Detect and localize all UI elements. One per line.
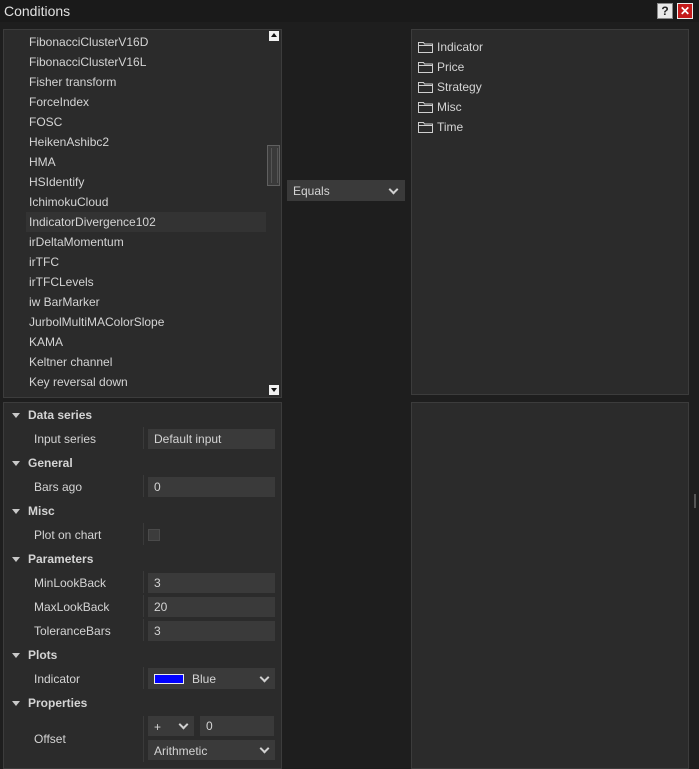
tolerance-bars-field[interactable]: 3 [148, 621, 275, 641]
offset-value-field[interactable]: 0 [200, 716, 274, 736]
tolerance-bars-label: ToleranceBars [34, 624, 111, 638]
caret-down-icon [12, 461, 20, 466]
max-lookback-field[interactable]: 20 [148, 597, 275, 617]
category-label: Misc [28, 504, 55, 518]
list-item[interactable]: HMA [29, 152, 56, 172]
indicator-color-select[interactable]: Blue [148, 668, 275, 689]
tree-item-label: Misc [437, 100, 462, 114]
category-general[interactable]: General [4, 451, 281, 475]
plot-on-chart-checkbox[interactable] [148, 529, 160, 541]
property-grid: Data series Input series Default input G… [3, 402, 282, 769]
category-plots[interactable]: Plots [4, 643, 281, 667]
scroll-down-arrow-icon[interactable] [269, 385, 279, 395]
list-item[interactable]: Fisher transform [29, 72, 116, 92]
offset-type-select[interactable]: Arithmetic [148, 740, 275, 760]
color-swatch [154, 674, 184, 684]
offset-label: Offset [34, 732, 66, 746]
list-scrollbar[interactable] [266, 30, 281, 397]
list-item[interactable]: FibonacciClusterV16D [29, 32, 148, 52]
chevron-down-icon [178, 719, 189, 730]
category-label: General [28, 456, 73, 470]
list-item[interactable]: irDeltaMomentum [29, 232, 124, 252]
folder-icon [418, 81, 433, 93]
input-series-label: Input series [34, 432, 97, 446]
folder-icon [418, 41, 433, 53]
list-item[interactable]: iw BarMarker [29, 292, 100, 312]
category-properties[interactable]: Properties [4, 691, 281, 715]
tree-item-label: Time [437, 120, 464, 134]
list-item[interactable]: irTFCLevels [29, 272, 94, 292]
list-item[interactable]: ForceIndex [29, 92, 89, 112]
column-divider [143, 619, 144, 641]
column-divider [143, 427, 144, 449]
category-tree: Indicator Price Strategy Misc Time [411, 29, 689, 395]
category-misc[interactable]: Misc [4, 499, 281, 523]
help-button[interactable]: ? [657, 3, 673, 19]
category-parameters[interactable]: Parameters [4, 547, 281, 571]
column-divider [143, 523, 144, 545]
folder-icon [418, 121, 433, 133]
window-title: Conditions [4, 3, 71, 19]
indicator-list[interactable]: FibonacciClusterV16D FibonacciClusterV16… [3, 29, 282, 398]
list-item[interactable]: JurbolMultiMAColorSlope [29, 312, 164, 332]
tree-item-label: Price [437, 60, 465, 74]
column-divider [143, 475, 144, 497]
list-item[interactable]: HeikenAshibc2 [29, 132, 109, 152]
indicator-plot-label: Indicator [34, 672, 81, 686]
list-item[interactable]: IchimokuCloud [29, 192, 108, 212]
operator-value: Equals [293, 184, 330, 198]
list-item[interactable]: FOSC [29, 112, 62, 132]
caret-down-icon [12, 557, 20, 562]
min-lookback-label: MinLookBack [34, 576, 107, 590]
chevron-down-icon [259, 743, 270, 754]
category-label: Plots [28, 648, 58, 662]
column-divider [143, 595, 144, 617]
category-data-series[interactable]: Data series [4, 403, 281, 427]
column-divider [143, 667, 144, 689]
caret-down-icon [12, 509, 20, 514]
list-item[interactable]: FibonacciClusterV16L [29, 52, 146, 72]
column-divider [143, 571, 144, 593]
list-item[interactable]: Key reversal down [29, 372, 128, 392]
tree-item-label: Indicator [437, 40, 484, 54]
category-label: Parameters [28, 552, 94, 566]
plot-on-chart-label: Plot on chart [34, 528, 102, 542]
close-button[interactable]: ✕ [677, 3, 693, 19]
list-item[interactable]: KAMA [29, 332, 63, 352]
tree-item-label: Strategy [437, 80, 482, 94]
chevron-down-icon [259, 672, 270, 683]
window-edge-mark [694, 494, 696, 508]
caret-down-icon [12, 653, 20, 658]
folder-icon [418, 61, 433, 73]
column-divider [143, 716, 144, 762]
list-item[interactable]: irTFC [29, 252, 59, 272]
list-item[interactable]: HSIdentify [29, 172, 84, 192]
indicator-color-value: Blue [192, 672, 217, 686]
offset-sign-select[interactable]: + [148, 716, 194, 736]
input-series-field[interactable]: Default input [148, 429, 275, 449]
offset-type-value: Arithmetic [154, 744, 208, 758]
offset-sign-value: + [154, 720, 162, 734]
bars-ago-label: Bars ago [34, 480, 83, 494]
min-lookback-field[interactable]: 3 [148, 573, 275, 593]
caret-down-icon [12, 413, 20, 418]
caret-down-icon [12, 701, 20, 706]
list-item-selected[interactable]: IndicatorDivergence102 [26, 212, 266, 232]
scroll-up-arrow-icon[interactable] [269, 31, 279, 41]
category-label: Data series [28, 408, 93, 422]
folder-icon [418, 101, 433, 113]
operator-select[interactable]: Equals [287, 180, 405, 201]
category-label: Properties [28, 696, 88, 710]
description-panel [411, 402, 689, 769]
title-bar: Conditions ? ✕ [0, 0, 699, 22]
max-lookback-label: MaxLookBack [34, 600, 110, 614]
list-item[interactable]: Keltner channel [29, 352, 112, 372]
chevron-down-icon [388, 184, 399, 195]
bars-ago-field[interactable]: 0 [148, 477, 275, 497]
scroll-thumb[interactable] [267, 145, 280, 186]
